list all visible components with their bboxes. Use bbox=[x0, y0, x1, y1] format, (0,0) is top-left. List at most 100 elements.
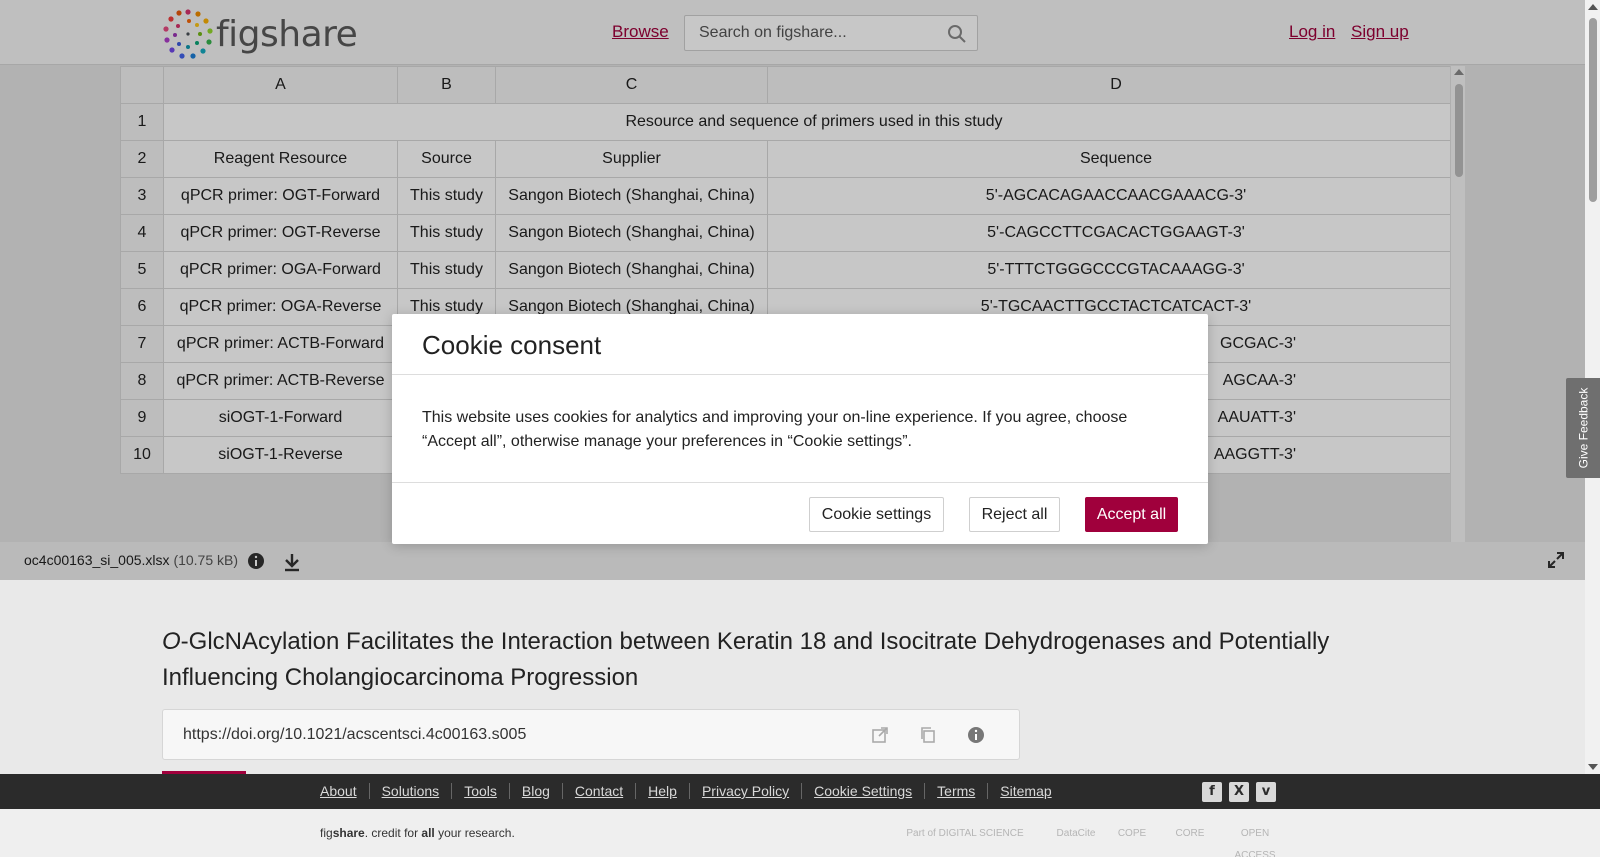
scroll-down-icon[interactable] bbox=[1588, 764, 1598, 770]
cell: 5'-CAGCCTTCGACACTGGAAGT-3' bbox=[767, 214, 1465, 252]
scroll-up-arrow-icon[interactable] bbox=[1454, 69, 1464, 75]
table-row: 4 qPCR primer: OGT-Reverse This study Sa… bbox=[120, 214, 1465, 252]
footer-link-about[interactable]: About bbox=[320, 783, 369, 799]
merged-title-cell: Resource and sequence of primers used in… bbox=[163, 103, 1465, 141]
article-content: O-GlcNAcylation Facilitates the Interact… bbox=[0, 580, 1600, 775]
cell: qPCR primer: ACTB-Forward bbox=[163, 325, 398, 363]
cell: Reagent Resource bbox=[163, 140, 398, 178]
row-number: 9 bbox=[120, 399, 164, 437]
column-header: A bbox=[163, 66, 398, 104]
row-number: 2 bbox=[120, 140, 164, 178]
doi-box: https://doi.org/10.1021/acscentsci.4c001… bbox=[162, 709, 1020, 760]
accept-all-button[interactable]: Accept all bbox=[1085, 497, 1178, 532]
cell: siOGT-1-Reverse bbox=[163, 436, 398, 474]
footer-link-sitemap[interactable]: Sitemap bbox=[987, 783, 1063, 799]
vimeo-icon[interactable]: v bbox=[1256, 782, 1276, 802]
column-header: B bbox=[397, 66, 496, 104]
signup-link[interactable]: Sign up bbox=[1351, 22, 1409, 42]
cell: qPCR primer: OGA-Forward bbox=[163, 251, 398, 289]
x-twitter-icon[interactable]: X bbox=[1229, 782, 1249, 802]
title-text: -GlcNAcylation Facilitates the Interacti… bbox=[162, 628, 1330, 691]
doi-text[interactable]: https://doi.org/10.1021/acscentsci.4c001… bbox=[183, 726, 526, 744]
row-number: 6 bbox=[120, 288, 164, 326]
cell: Sequence bbox=[767, 140, 1465, 178]
file-info-bar: oc4c00163_si_005.xlsx (10.75 kB) bbox=[0, 542, 1600, 580]
login-link[interactable]: Log in bbox=[1289, 22, 1335, 42]
cell: siOGT-1-Forward bbox=[163, 399, 398, 437]
divider bbox=[392, 482, 1208, 483]
row-number: 10 bbox=[120, 436, 164, 474]
footer-link-cookie-settings[interactable]: Cookie Settings bbox=[801, 783, 924, 799]
row-number: 8 bbox=[120, 362, 164, 400]
column-header: D bbox=[767, 66, 1465, 104]
download-icon[interactable] bbox=[283, 552, 301, 572]
core-logo[interactable]: CORE bbox=[1170, 823, 1210, 845]
file-info-icon[interactable] bbox=[247, 552, 265, 570]
logo-text: figshare bbox=[216, 13, 358, 55]
footer-link-terms[interactable]: Terms bbox=[924, 783, 987, 799]
cell: Supplier bbox=[495, 140, 768, 178]
cell: 5'-TTTCTGGGCCCGTACAAAGG-3' bbox=[767, 251, 1465, 289]
cell: 5'-AGCACAGAACCAACGAAACG-3' bbox=[767, 177, 1465, 215]
figshare-logo-icon bbox=[163, 9, 213, 59]
row-number: 5 bbox=[120, 251, 164, 289]
give-feedback-tab[interactable]: Give Feedback bbox=[1566, 378, 1600, 478]
column-header-row: A B C D bbox=[120, 66, 1465, 104]
footer-link-blog[interactable]: Blog bbox=[508, 783, 562, 799]
footer-tagline: figshare. credit for all your research. bbox=[320, 826, 515, 840]
file-name-text: oc4c00163_si_005.xlsx bbox=[24, 552, 170, 568]
page-scroll-thumb[interactable] bbox=[1589, 18, 1597, 202]
cookie-dialog-title: Cookie consent bbox=[422, 330, 602, 360]
cookie-settings-button[interactable]: Cookie settings bbox=[809, 497, 944, 532]
footer-link-tools[interactable]: Tools bbox=[451, 783, 509, 799]
site-header: figshare Browse Log in Sign up bbox=[0, 0, 1600, 65]
file-size: (10.75 kB) bbox=[173, 552, 239, 568]
cell: This study bbox=[397, 251, 496, 289]
footer-link-privacy[interactable]: Privacy Policy bbox=[688, 783, 801, 799]
footer-nav: About Solutions Tools Blog Contact Help … bbox=[0, 774, 1600, 809]
open-access-logo[interactable]: OPEN ACCESS bbox=[1228, 823, 1282, 857]
tagline-part: your research. bbox=[434, 826, 515, 840]
corner-cell bbox=[120, 66, 164, 104]
scroll-up-icon[interactable] bbox=[1588, 4, 1598, 10]
table-row: 2 Reagent Resource Source Supplier Seque… bbox=[120, 140, 1465, 178]
sheet-scroll-thumb[interactable] bbox=[1455, 84, 1463, 177]
open-link-icon[interactable] bbox=[871, 726, 889, 744]
datacite-logo[interactable]: DataCite bbox=[1056, 823, 1096, 845]
cell: Sangon Biotech (Shanghai, China) bbox=[495, 251, 768, 289]
cell: Source bbox=[397, 140, 496, 178]
row-number: 7 bbox=[120, 325, 164, 363]
figshare-logo[interactable]: figshare bbox=[162, 8, 358, 60]
tagline-bold: share bbox=[332, 826, 365, 840]
title-italic: O bbox=[162, 628, 181, 655]
cell: qPCR primer: ACTB-Reverse bbox=[163, 362, 398, 400]
footer-bottom: figshare. credit for all your research. … bbox=[0, 809, 1600, 857]
reject-all-button[interactable]: Reject all bbox=[969, 497, 1060, 532]
row-number: 3 bbox=[120, 177, 164, 215]
tagline-part: fig bbox=[320, 826, 333, 840]
fullscreen-icon[interactable] bbox=[1548, 552, 1564, 568]
footer-link-help[interactable]: Help bbox=[635, 783, 689, 799]
cell: This study bbox=[397, 214, 496, 252]
table-row: 5 qPCR primer: OGA-Forward This study Sa… bbox=[120, 251, 1465, 289]
column-header: C bbox=[495, 66, 768, 104]
cell: Sangon Biotech (Shanghai, China) bbox=[495, 177, 768, 215]
give-feedback-label: Give Feedback bbox=[1576, 387, 1590, 469]
digital-science-logo[interactable]: Part of DIGITAL SCIENCE bbox=[896, 823, 1034, 845]
file-name: oc4c00163_si_005.xlsx (10.75 kB) bbox=[24, 552, 238, 568]
cell: This study bbox=[397, 177, 496, 215]
row-number: 1 bbox=[120, 103, 164, 141]
sheet-scrollbar[interactable] bbox=[1450, 66, 1465, 542]
browse-link[interactable]: Browse bbox=[612, 22, 669, 42]
search-box bbox=[684, 15, 978, 51]
search-input[interactable] bbox=[685, 16, 925, 50]
cope-logo[interactable]: COPE bbox=[1112, 823, 1152, 845]
footer-link-solutions[interactable]: Solutions bbox=[368, 783, 452, 799]
facebook-icon[interactable]: f bbox=[1202, 782, 1222, 802]
table-row: 3 qPCR primer: OGT-Forward This study Sa… bbox=[120, 177, 1465, 215]
search-icon[interactable] bbox=[947, 24, 967, 44]
footer-link-contact[interactable]: Contact bbox=[561, 783, 635, 799]
copy-icon[interactable] bbox=[919, 726, 937, 744]
cell: Sangon Biotech (Shanghai, China) bbox=[495, 214, 768, 252]
doi-info-icon[interactable] bbox=[967, 726, 985, 744]
